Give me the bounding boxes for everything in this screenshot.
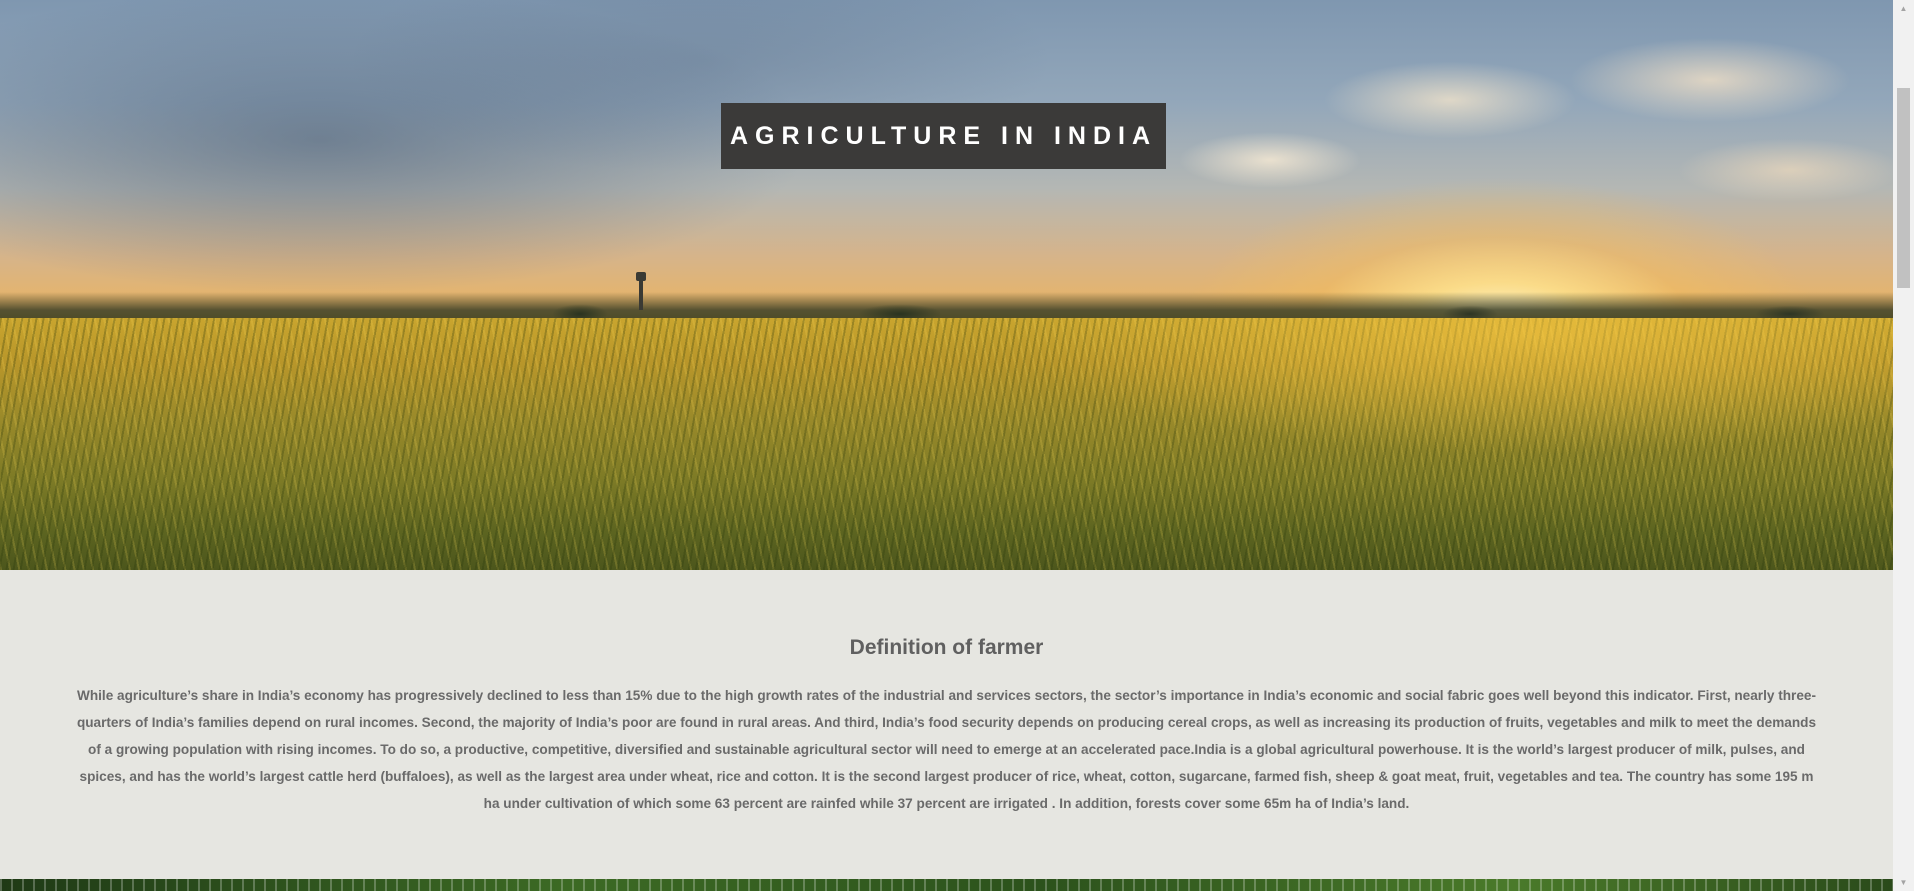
hero-title: AGRICULTURE IN INDIA bbox=[729, 121, 1158, 150]
section-heading: Definition of farmer bbox=[849, 636, 1044, 659]
scroll-up-icon[interactable]: ▲ bbox=[1893, 0, 1914, 17]
hero-title-box: AGRICULTURE IN INDIA bbox=[721, 103, 1166, 169]
definition-section: Definition of farmer While agriculture’s… bbox=[0, 570, 1893, 880]
scroll-down-icon[interactable]: ▼ bbox=[1893, 874, 1914, 891]
scrollbar-thumb[interactable] bbox=[1897, 88, 1910, 288]
vertical-scrollbar[interactable]: ▲ ▼ bbox=[1893, 0, 1914, 891]
hero-banner: AGRICULTURE IN INDIA bbox=[0, 0, 1893, 570]
hero-field-glow bbox=[700, 318, 1893, 478]
next-section-image-edge bbox=[0, 879, 1893, 891]
hero-water-tower bbox=[636, 272, 646, 310]
page: AGRICULTURE IN INDIA Definition of farme… bbox=[0, 0, 1893, 891]
section-body-text: While agriculture’s share in India’s eco… bbox=[76, 688, 1817, 811]
